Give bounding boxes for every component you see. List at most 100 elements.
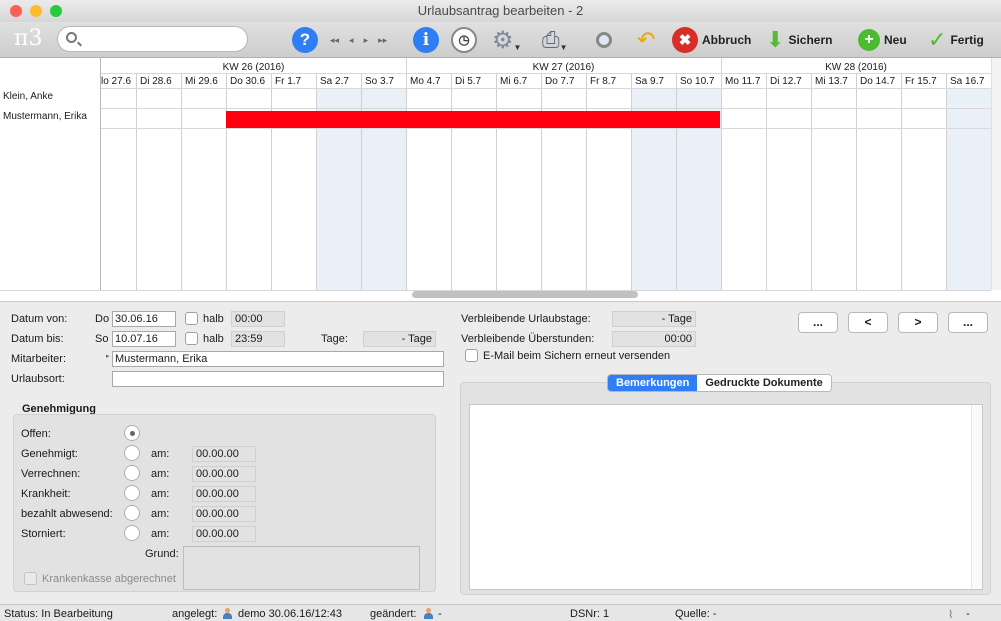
grid-line bbox=[136, 73, 137, 290]
bemerkungen-textarea[interactable] bbox=[469, 404, 983, 590]
sichern-button[interactable]: ⬇ Sichern bbox=[766, 26, 832, 54]
grid-line bbox=[0, 108, 991, 109]
lookup-arrow-icon[interactable]: ▸ bbox=[106, 352, 110, 360]
approval-radio[interactable] bbox=[124, 465, 140, 481]
approval-radio[interactable] bbox=[124, 485, 140, 501]
datum-von-field[interactable]: 30.06.16 bbox=[112, 311, 176, 327]
tage-label: Tage: bbox=[321, 333, 348, 345]
help-icon[interactable]: ? bbox=[292, 27, 318, 53]
toolbar: π3 ? ◂◂ ◂ ▸ ▸▸ i ◷ ⚙ ▼ ⎙ ▼ ↶ ✖ Abbruch ⬇ Sic… bbox=[0, 22, 1001, 58]
day-header: lo 27.6 bbox=[101, 76, 132, 87]
calendar-grid[interactable]: KW 26 (2016) KW 27 (2016) KW 28 (2016) lo 2… bbox=[0, 58, 1001, 302]
grid-line bbox=[721, 58, 722, 290]
datum-von-weekday: Do bbox=[95, 313, 110, 325]
day-header: Mo 4.7 bbox=[410, 76, 441, 87]
am-label: am: bbox=[151, 528, 170, 540]
first-button[interactable]: ... bbox=[798, 312, 838, 333]
status-bar: Status: In Bearbeitung angelegt: demo 30… bbox=[0, 604, 1001, 621]
info-icon[interactable]: i bbox=[413, 27, 439, 53]
vacation-bar[interactable] bbox=[226, 111, 720, 128]
grund-field[interactable] bbox=[183, 546, 420, 590]
mitarbeiter-field[interactable]: Mustermann, Erika bbox=[112, 351, 444, 367]
grid-line bbox=[676, 73, 677, 290]
halb-bis-checkbox[interactable] bbox=[185, 332, 198, 345]
horizontal-scrollbar[interactable] bbox=[412, 291, 638, 298]
attachment-icon[interactable]: ⌇ bbox=[948, 608, 953, 621]
day-header: Sa 9.7 bbox=[635, 76, 664, 87]
approval-radio[interactable] bbox=[124, 445, 140, 461]
gear-icon[interactable]: ⚙ bbox=[492, 26, 514, 55]
attachment-count: - bbox=[966, 608, 970, 620]
approval-date-field[interactable]: 00.00.00 bbox=[192, 506, 256, 522]
next-record-icon[interactable]: ▸ bbox=[364, 35, 369, 46]
magnifier-icon[interactable] bbox=[596, 32, 612, 48]
am-label: am: bbox=[151, 468, 170, 480]
print-icon[interactable]: ⎙ bbox=[542, 27, 560, 53]
grid-line bbox=[316, 73, 317, 290]
next-button[interactable]: > bbox=[898, 312, 938, 333]
notes-scrollbar[interactable] bbox=[971, 405, 982, 589]
grid-line bbox=[0, 88, 991, 89]
status-text: Status: In Bearbeitung bbox=[4, 608, 113, 620]
day-header: Mi 29.6 bbox=[185, 76, 218, 87]
approval-date-field[interactable]: 00.00.00 bbox=[192, 486, 256, 502]
zoom-window-button[interactable] bbox=[50, 5, 62, 17]
time-bis-field[interactable]: 23:59 bbox=[231, 331, 285, 347]
verbleibende-ueberstunden-label: Verbleibende Überstunden: bbox=[461, 333, 595, 345]
previous-record-icon[interactable]: ◂ bbox=[349, 35, 354, 46]
tab-gedruckte-dokumente[interactable]: Gedruckte Dokumente bbox=[697, 375, 831, 391]
last-button[interactable]: ... bbox=[948, 312, 988, 333]
grid-line bbox=[226, 73, 227, 290]
approval-row-label: Krankheit: bbox=[21, 488, 71, 500]
vertical-scrollbar[interactable] bbox=[991, 58, 1001, 290]
krankenkasse-label: Krankenkasse abgerechnet bbox=[42, 573, 176, 585]
urlaubsort-field[interactable] bbox=[112, 371, 444, 387]
undo-icon[interactable]: ↶ bbox=[637, 27, 655, 53]
day-header: Mo 11.7 bbox=[725, 76, 761, 87]
approval-row-label: Genehmigt: bbox=[21, 448, 78, 460]
tab-bemerkungen[interactable]: Bemerkungen bbox=[608, 375, 698, 391]
verbleibende-ueberstunden-value: 00:00 bbox=[612, 331, 696, 347]
approval-row-label: Verrechnen: bbox=[21, 468, 81, 480]
grid-line bbox=[496, 73, 497, 290]
time-von-field[interactable]: 00:00 bbox=[231, 311, 285, 327]
person-name[interactable]: Mustermann, Erika bbox=[3, 111, 87, 122]
approval-date-field[interactable]: 00.00.00 bbox=[192, 446, 256, 462]
minimize-window-button[interactable] bbox=[30, 5, 42, 17]
search-input[interactable] bbox=[57, 26, 248, 52]
krankenkasse-checkbox[interactable] bbox=[24, 572, 37, 585]
day-header: Mi 13.7 bbox=[815, 76, 848, 87]
day-header: Sa 2.7 bbox=[320, 76, 349, 87]
approval-date-field[interactable]: 00.00.00 bbox=[192, 466, 256, 482]
neu-button[interactable]: + Neu bbox=[858, 26, 907, 54]
datum-bis-label: Datum bis: bbox=[11, 333, 64, 345]
day-header: Di 12.7 bbox=[770, 76, 802, 87]
am-label: am: bbox=[151, 448, 170, 460]
approval-date-field[interactable]: 00.00.00 bbox=[192, 526, 256, 542]
last-record-icon[interactable]: ▸▸ bbox=[378, 35, 387, 46]
quelle-value: Quelle: - bbox=[675, 608, 717, 620]
day-header: Fr 8.7 bbox=[590, 76, 617, 87]
first-record-icon[interactable]: ◂◂ bbox=[330, 35, 339, 46]
halb-von-label: halb bbox=[203, 313, 224, 325]
approval-row-label: Storniert: bbox=[21, 528, 66, 540]
user-icon bbox=[222, 608, 233, 621]
datum-bis-field[interactable]: 10.07.16 bbox=[112, 331, 176, 347]
mitarbeiter-label: Mitarbeiter: bbox=[11, 353, 67, 365]
urlaubsort-label: Urlaubsort: bbox=[11, 373, 65, 385]
close-window-button[interactable] bbox=[10, 5, 22, 17]
grid-line bbox=[856, 73, 857, 290]
previous-button[interactable]: < bbox=[848, 312, 888, 333]
week-header: KW 28 (2016) bbox=[825, 62, 887, 73]
halb-von-checkbox[interactable] bbox=[185, 312, 198, 325]
fertig-button[interactable]: ✓ Fertig bbox=[928, 26, 984, 54]
am-label: am: bbox=[151, 508, 170, 520]
approval-radio[interactable] bbox=[124, 505, 140, 521]
email-checkbox[interactable] bbox=[465, 349, 478, 362]
clock-icon[interactable]: ◷ bbox=[451, 27, 477, 53]
app-logo: π3 bbox=[14, 26, 43, 51]
abbruch-button[interactable]: ✖ Abbruch bbox=[672, 26, 751, 54]
offen-radio[interactable] bbox=[124, 425, 140, 441]
approval-radio[interactable] bbox=[124, 525, 140, 541]
person-name[interactable]: Klein, Anke bbox=[3, 91, 53, 102]
